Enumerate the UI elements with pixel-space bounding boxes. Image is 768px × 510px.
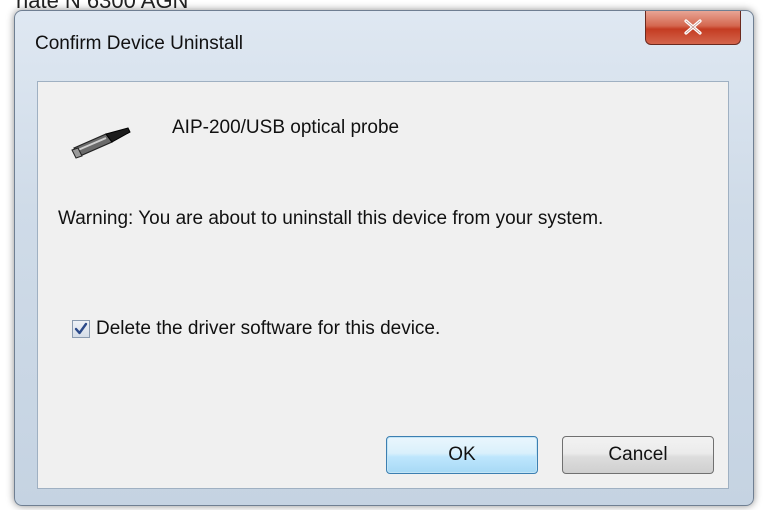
dialog-client-area: AIP-200/USB optical probe Warning: You a… xyxy=(37,81,729,489)
device-name: AIP-200/USB optical probe xyxy=(172,117,400,138)
delete-driver-label[interactable]: Delete the driver software for this devi… xyxy=(96,318,440,340)
checkmark-icon xyxy=(74,322,88,335)
warning-text: Warning: You are about to uninstall this… xyxy=(58,208,604,229)
delete-driver-checkbox[interactable] xyxy=(72,320,90,338)
confirm-dialog: Confirm Device Uninstall AIP-200/USB opt… xyxy=(14,10,754,506)
dialog-title: Confirm Device Uninstall xyxy=(35,33,244,54)
cancel-button[interactable]: Cancel xyxy=(562,436,714,474)
close-icon xyxy=(684,19,702,35)
dialog-titlebar[interactable]: Confirm Device Uninstall xyxy=(15,11,753,71)
delete-driver-option[interactable]: Delete the driver software for this devi… xyxy=(72,316,440,342)
usb-connector-icon xyxy=(71,127,131,159)
close-button[interactable] xyxy=(645,11,741,45)
ok-button[interactable]: OK xyxy=(386,436,538,474)
